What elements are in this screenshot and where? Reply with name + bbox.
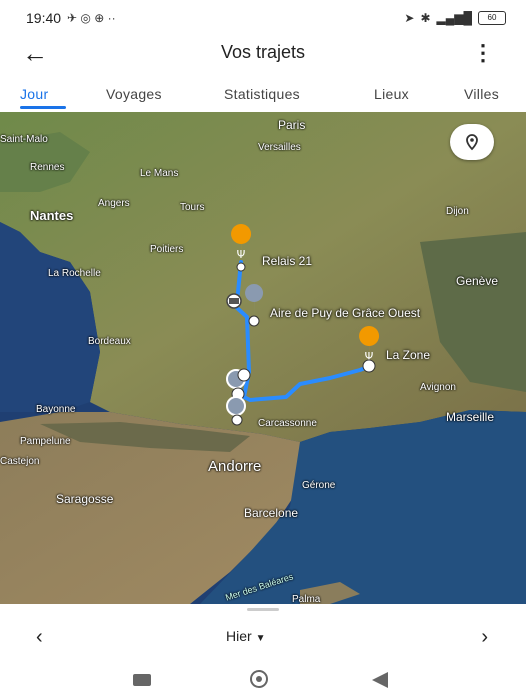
city-angers: Angers [98,198,130,209]
dropdown-arrow-icon: ▼ [255,633,266,644]
poi-label-aire[interactable]: Aire de Puy de Grâce Ouest [270,306,420,320]
notification-icons: ✈ ◎ ⊕ ·· [67,11,116,25]
my-location-button[interactable] [450,124,494,160]
city-barcelone: Barcelone [244,506,299,520]
tab-lieux[interactable]: Lieux [374,86,409,102]
city-bayonne: Bayonne [36,404,76,415]
city-castejon: Castejon [0,456,40,467]
city-gerone: Gérone [302,480,336,491]
tab-villes[interactable]: Villes [464,86,499,102]
active-tab-indicator [20,106,66,109]
battery-icon: 60 [478,11,506,25]
home-icon[interactable] [250,670,268,688]
city-poitiers: Poitiers [150,244,184,255]
status-bar: 19:40 ✈ ◎ ⊕ ·· ➤ ✱ ▂▄▆█ 60 [0,0,526,36]
recent-apps-icon[interactable] [133,674,151,686]
svg-text:Ψ: Ψ [237,248,246,261]
city-pampelune: Pampelune [20,436,71,447]
status-time: 19:40 [26,10,62,26]
map-view[interactable]: Ψ Ψ Paris Versailles Saint-Malo Rennes L… [0,112,526,604]
region-andorre: Andorre [208,458,262,475]
city-dijon: Dijon [446,206,469,217]
previous-day-icon[interactable]: ‹ [36,626,43,649]
day-selector[interactable]: Hier ▼ [226,628,265,644]
page-title: Vos trajets [220,42,306,62]
bluetooth-icon: ✱ [420,11,431,25]
city-palma: Palma [292,594,321,604]
back-icon[interactable] [372,672,388,688]
tab-jour[interactable]: Jour [20,86,48,102]
location-pin-icon [466,134,478,151]
tab-statistiques[interactable]: Statistiques [224,86,300,102]
system-nav-bar [0,668,526,696]
city-marseille: Marseille [446,410,495,424]
stop-marker[interactable] [226,293,242,309]
tab-voyages[interactable]: Voyages [106,86,162,102]
city-rennes: Rennes [30,162,65,173]
poi-label-relais[interactable]: Relais 21 [262,254,312,268]
city-le-mans: Le Mans [140,168,179,179]
signal-icon: ▂▄▆█ [436,11,472,25]
city-saint-malo: Saint-Malo [0,134,48,145]
tab-bar: Jour Voyages Statistiques Lieux Villes [0,76,526,112]
city-paris: Paris [278,118,306,132]
city-avignon: Avignon [420,382,456,393]
city-geneve: Genève [456,274,499,288]
more-options-icon[interactable]: ⋮ [472,40,494,66]
satellite-map: Ψ Ψ [0,112,526,604]
city-saragosse: Saragosse [56,492,114,506]
location-icon: ➤ [404,11,415,25]
city-bordeaux: Bordeaux [88,336,131,347]
next-day-icon[interactable]: › [481,626,488,649]
app-bar: ← Vos trajets ⋮ [0,36,526,72]
day-label: Hier [226,628,252,644]
city-versailles: Versailles [258,142,301,153]
city-nantes: Nantes [30,208,74,223]
drag-handle[interactable] [247,608,279,611]
poi-label-zone[interactable]: La Zone [386,348,430,362]
city-tours: Tours [180,202,205,213]
city-carcassonne: Carcassonne [258,418,317,429]
city-la-rochelle: La Rochelle [48,268,101,279]
